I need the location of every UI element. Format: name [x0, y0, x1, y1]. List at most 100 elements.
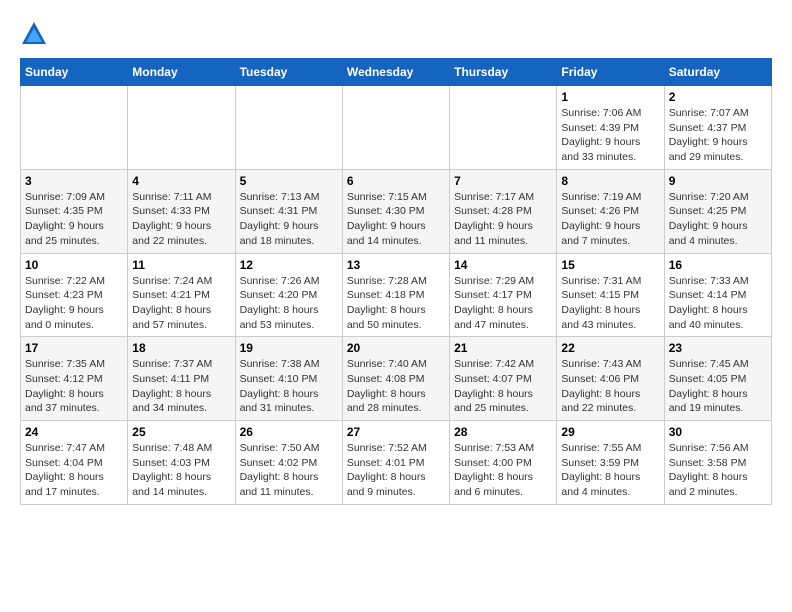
calendar-cell: 18 Sunrise: 7:37 AM Sunset: 4:11 PM Dayli…: [128, 337, 235, 421]
day-number: 3: [25, 174, 123, 188]
day-number: 2: [669, 90, 767, 104]
day-number: 1: [561, 90, 659, 104]
logo-icon: [20, 20, 48, 48]
day-number: 29: [561, 425, 659, 439]
calendar-cell: 1 Sunrise: 7:06 AM Sunset: 4:39 PM Daylig…: [557, 86, 664, 170]
weekday-header: Tuesday: [235, 59, 342, 86]
calendar-cell: 15 Sunrise: 7:31 AM Sunset: 4:15 PM Dayli…: [557, 253, 664, 337]
calendar-cell: 24 Sunrise: 7:47 AM Sunset: 4:04 PM Dayli…: [21, 421, 128, 505]
day-info: Sunrise: 7:40 AM Sunset: 4:08 PM Dayligh…: [347, 357, 445, 416]
weekday-header: Sunday: [21, 59, 128, 86]
calendar-cell: 17 Sunrise: 7:35 AM Sunset: 4:12 PM Dayli…: [21, 337, 128, 421]
day-info: Sunrise: 7:11 AM Sunset: 4:33 PM Dayligh…: [132, 190, 230, 249]
day-number: 28: [454, 425, 552, 439]
day-info: Sunrise: 7:52 AM Sunset: 4:01 PM Dayligh…: [347, 441, 445, 500]
calendar-cell: 6Sunrise: 7:15 AM Sunset: 4:30 PM Daylig…: [342, 169, 449, 253]
calendar-cell: 25 Sunrise: 7:48 AM Sunset: 4:03 PM Dayli…: [128, 421, 235, 505]
day-number: 4: [132, 174, 230, 188]
day-number: 23: [669, 341, 767, 355]
day-info: Sunrise: 7:22 AM Sunset: 4:23 PM Dayligh…: [25, 274, 123, 333]
calendar-cell: 26 Sunrise: 7:50 AM Sunset: 4:02 PM Dayli…: [235, 421, 342, 505]
day-info: Sunrise: 7:47 AM Sunset: 4:04 PM Dayligh…: [25, 441, 123, 500]
calendar-week-row: 24 Sunrise: 7:47 AM Sunset: 4:04 PM Dayli…: [21, 421, 772, 505]
day-info: Sunrise: 7:07 AM Sunset: 4:37 PM Dayligh…: [669, 106, 767, 165]
day-info: Sunrise: 7:37 AM Sunset: 4:11 PM Dayligh…: [132, 357, 230, 416]
day-number: 27: [347, 425, 445, 439]
day-number: 21: [454, 341, 552, 355]
day-number: 17: [25, 341, 123, 355]
day-info: Sunrise: 7:28 AM Sunset: 4:18 PM Dayligh…: [347, 274, 445, 333]
day-number: 22: [561, 341, 659, 355]
day-info: Sunrise: 7:43 AM Sunset: 4:06 PM Dayligh…: [561, 357, 659, 416]
day-info: Sunrise: 7:31 AM Sunset: 4:15 PM Dayligh…: [561, 274, 659, 333]
day-number: 30: [669, 425, 767, 439]
calendar-cell: 23 Sunrise: 7:45 AM Sunset: 4:05 PM Dayli…: [664, 337, 771, 421]
calendar-cell: 20 Sunrise: 7:40 AM Sunset: 4:08 PM Dayli…: [342, 337, 449, 421]
day-number: 14: [454, 258, 552, 272]
calendar-cell: 29 Sunrise: 7:55 AM Sunset: 3:59 PM Dayli…: [557, 421, 664, 505]
day-number: 12: [240, 258, 338, 272]
day-info: Sunrise: 7:19 AM Sunset: 4:26 PM Dayligh…: [561, 190, 659, 249]
weekday-header-row: SundayMondayTuesdayWednesdayThursdayFrid…: [21, 59, 772, 86]
day-info: Sunrise: 7:26 AM Sunset: 4:20 PM Dayligh…: [240, 274, 338, 333]
day-number: 8: [561, 174, 659, 188]
day-number: 20: [347, 341, 445, 355]
calendar-week-row: 1 Sunrise: 7:06 AM Sunset: 4:39 PM Daylig…: [21, 86, 772, 170]
day-info: Sunrise: 7:50 AM Sunset: 4:02 PM Dayligh…: [240, 441, 338, 500]
day-info: Sunrise: 7:20 AM Sunset: 4:25 PM Dayligh…: [669, 190, 767, 249]
day-info: Sunrise: 7:55 AM Sunset: 3:59 PM Dayligh…: [561, 441, 659, 500]
day-number: 25: [132, 425, 230, 439]
day-info: Sunrise: 7:48 AM Sunset: 4:03 PM Dayligh…: [132, 441, 230, 500]
day-number: 6: [347, 174, 445, 188]
calendar-week-row: 10Sunrise: 7:22 AM Sunset: 4:23 PM Dayli…: [21, 253, 772, 337]
calendar-cell: 21 Sunrise: 7:42 AM Sunset: 4:07 PM Dayli…: [450, 337, 557, 421]
calendar-week-row: 17 Sunrise: 7:35 AM Sunset: 4:12 PM Dayli…: [21, 337, 772, 421]
calendar-cell: 30 Sunrise: 7:56 AM Sunset: 3:58 PM Dayli…: [664, 421, 771, 505]
day-info: Sunrise: 7:33 AM Sunset: 4:14 PM Dayligh…: [669, 274, 767, 333]
calendar-cell: [21, 86, 128, 170]
day-number: 5: [240, 174, 338, 188]
day-number: 15: [561, 258, 659, 272]
calendar-cell: 5 Sunrise: 7:13 AM Sunset: 4:31 PM Daylig…: [235, 169, 342, 253]
day-info: Sunrise: 7:56 AM Sunset: 3:58 PM Dayligh…: [669, 441, 767, 500]
calendar-cell: 14 Sunrise: 7:29 AM Sunset: 4:17 PM Dayli…: [450, 253, 557, 337]
calendar-cell: 16 Sunrise: 7:33 AM Sunset: 4:14 PM Dayli…: [664, 253, 771, 337]
calendar-cell: 9Sunrise: 7:20 AM Sunset: 4:25 PM Daylig…: [664, 169, 771, 253]
calendar-cell: 12 Sunrise: 7:26 AM Sunset: 4:20 PM Dayli…: [235, 253, 342, 337]
day-number: 18: [132, 341, 230, 355]
day-number: 24: [25, 425, 123, 439]
day-info: Sunrise: 7:38 AM Sunset: 4:10 PM Dayligh…: [240, 357, 338, 416]
day-info: Sunrise: 7:17 AM Sunset: 4:28 PM Dayligh…: [454, 190, 552, 249]
calendar-cell: 13Sunrise: 7:28 AM Sunset: 4:18 PM Dayli…: [342, 253, 449, 337]
calendar-cell: 28 Sunrise: 7:53 AM Sunset: 4:00 PM Dayli…: [450, 421, 557, 505]
calendar-cell: 8 Sunrise: 7:19 AM Sunset: 4:26 PM Daylig…: [557, 169, 664, 253]
logo: [20, 20, 52, 48]
page-header: [20, 20, 772, 48]
weekday-header: Wednesday: [342, 59, 449, 86]
day-info: Sunrise: 7:42 AM Sunset: 4:07 PM Dayligh…: [454, 357, 552, 416]
day-info: Sunrise: 7:45 AM Sunset: 4:05 PM Dayligh…: [669, 357, 767, 416]
day-info: Sunrise: 7:35 AM Sunset: 4:12 PM Dayligh…: [25, 357, 123, 416]
day-number: 19: [240, 341, 338, 355]
weekday-header: Monday: [128, 59, 235, 86]
day-info: Sunrise: 7:06 AM Sunset: 4:39 PM Dayligh…: [561, 106, 659, 165]
day-number: 16: [669, 258, 767, 272]
day-number: 26: [240, 425, 338, 439]
calendar-cell: [235, 86, 342, 170]
weekday-header: Saturday: [664, 59, 771, 86]
calendar-cell: [128, 86, 235, 170]
day-info: Sunrise: 7:29 AM Sunset: 4:17 PM Dayligh…: [454, 274, 552, 333]
calendar-cell: 3Sunrise: 7:09 AM Sunset: 4:35 PM Daylig…: [21, 169, 128, 253]
calendar-cell: 4 Sunrise: 7:11 AM Sunset: 4:33 PM Daylig…: [128, 169, 235, 253]
weekday-header: Friday: [557, 59, 664, 86]
calendar-cell: 22 Sunrise: 7:43 AM Sunset: 4:06 PM Dayli…: [557, 337, 664, 421]
calendar-cell: 19 Sunrise: 7:38 AM Sunset: 4:10 PM Dayli…: [235, 337, 342, 421]
day-info: Sunrise: 7:53 AM Sunset: 4:00 PM Dayligh…: [454, 441, 552, 500]
calendar-cell: 27 Sunrise: 7:52 AM Sunset: 4:01 PM Dayli…: [342, 421, 449, 505]
day-number: 11: [132, 258, 230, 272]
calendar-cell: 10Sunrise: 7:22 AM Sunset: 4:23 PM Dayli…: [21, 253, 128, 337]
day-info: Sunrise: 7:13 AM Sunset: 4:31 PM Dayligh…: [240, 190, 338, 249]
day-info: Sunrise: 7:24 AM Sunset: 4:21 PM Dayligh…: [132, 274, 230, 333]
weekday-header: Thursday: [450, 59, 557, 86]
calendar-cell: 7Sunrise: 7:17 AM Sunset: 4:28 PM Daylig…: [450, 169, 557, 253]
